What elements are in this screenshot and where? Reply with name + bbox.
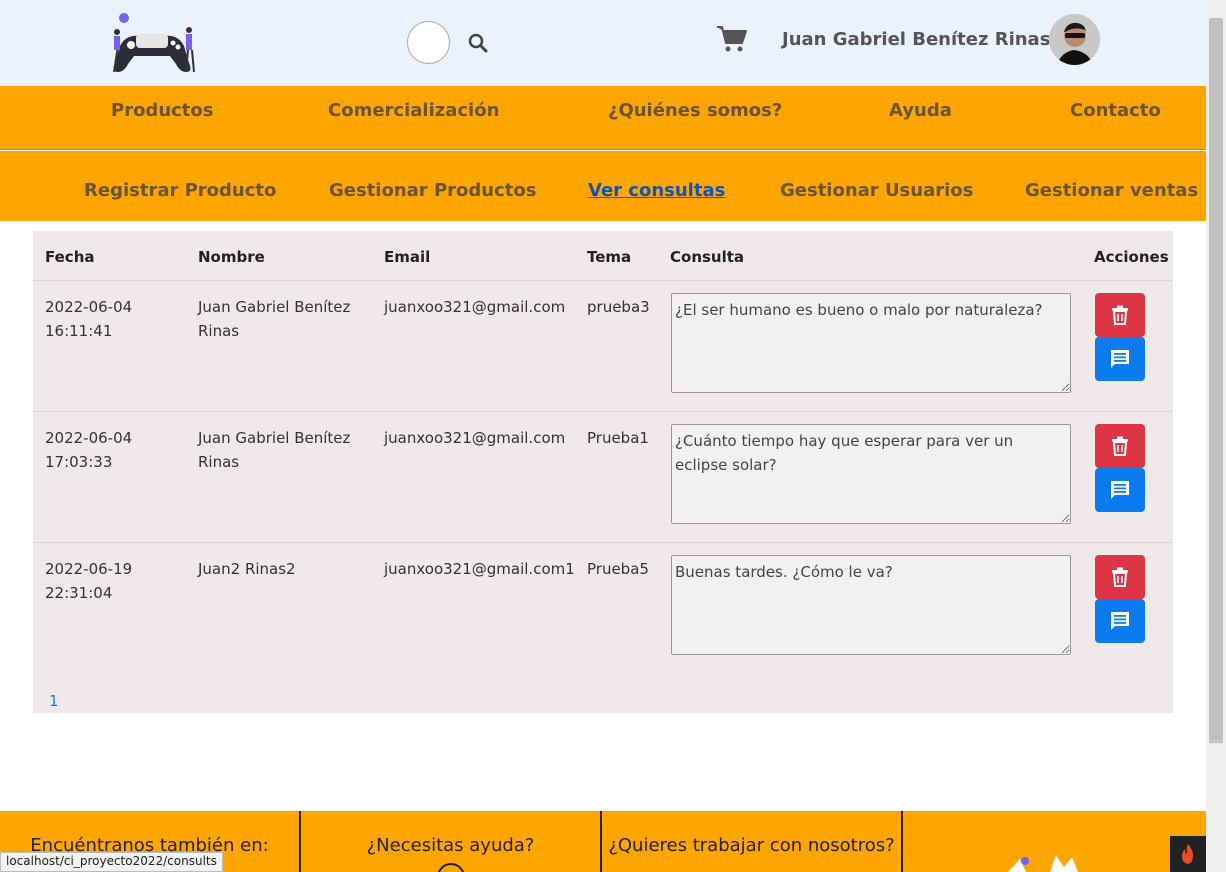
fecha-date: 2022-06-04 bbox=[45, 429, 133, 447]
consulta-textarea[interactable]: ¿El ser humano es bueno o malo por natur… bbox=[671, 293, 1071, 393]
reply-button[interactable] bbox=[1095, 337, 1145, 381]
search-input[interactable] bbox=[407, 21, 450, 64]
footer-help-title: ¿Necesitas ayuda? bbox=[366, 835, 535, 856]
nav-item-gestionar-ventas[interactable]: Gestionar ventas bbox=[1025, 180, 1198, 201]
fecha-time: 22:31:04 bbox=[45, 584, 113, 602]
fecha-cell: 2022-06-04 17:03:33 bbox=[45, 426, 132, 474]
consultas-table: Fecha Nombre Email Tema Consulta Accione… bbox=[33, 231, 1173, 713]
column-header-nombre: Nombre bbox=[198, 248, 265, 266]
column-header-fecha: Fecha bbox=[45, 248, 95, 266]
help-icon[interactable] bbox=[437, 863, 465, 872]
nombre-cell: Juan2 Rinas2 bbox=[198, 557, 296, 581]
nav-item-contacto[interactable]: Contacto bbox=[1070, 100, 1161, 121]
trash-icon bbox=[1112, 567, 1128, 587]
trash-icon bbox=[1112, 436, 1128, 456]
user-name[interactable]: Juan Gabriel Benítez Rinas bbox=[782, 29, 1050, 50]
nombre-cell: Juan Gabriel Benítez Rinas bbox=[198, 295, 350, 343]
fecha-time: 16:11:41 bbox=[45, 322, 113, 340]
flame-icon bbox=[1182, 844, 1193, 864]
nav-item-registrar-producto[interactable]: Registrar Producto bbox=[84, 180, 276, 201]
nav-item-quienes-somos[interactable]: ¿Quiénes somos? bbox=[608, 100, 782, 121]
tema-cell: prueba3 bbox=[587, 298, 650, 316]
nav-item-gestionar-usuarios[interactable]: Gestionar Usuarios bbox=[780, 180, 973, 201]
fecha-date: 2022-06-19 bbox=[45, 560, 133, 578]
consulta-textarea[interactable]: Buenas tardes. ¿Cómo le va? bbox=[671, 555, 1071, 655]
status-url: localhost/ci_proyecto2022/consults bbox=[0, 852, 223, 872]
nombre-line-2: Rinas bbox=[198, 322, 240, 340]
reply-button[interactable] bbox=[1095, 599, 1145, 643]
pagination-page-1[interactable]: 1 bbox=[49, 692, 59, 710]
cart-icon[interactable] bbox=[716, 25, 748, 53]
header: Juan Gabriel Benítez Rinas bbox=[0, 0, 1206, 86]
nav-item-ver-consultas[interactable]: Ver consultas bbox=[588, 180, 725, 201]
email-cell: juanxoo321@gmail.com1 bbox=[384, 560, 575, 578]
message-icon bbox=[1111, 612, 1129, 630]
nombre-line-1: Juan Gabriel Benítez bbox=[198, 298, 351, 316]
column-header-consulta: Consulta bbox=[670, 248, 745, 266]
message-icon bbox=[1111, 481, 1129, 499]
nav-item-ayuda[interactable]: Ayuda bbox=[889, 100, 952, 121]
debug-toolbar-button[interactable] bbox=[1170, 836, 1206, 872]
nombre-line-2: Rinas bbox=[198, 453, 240, 471]
delete-button[interactable] bbox=[1095, 555, 1145, 599]
delete-button[interactable] bbox=[1095, 424, 1145, 468]
main-nav: Productos Comercialización ¿Quiénes somo… bbox=[0, 86, 1206, 150]
scrollbar-thumb[interactable] bbox=[1209, 18, 1223, 743]
reply-button[interactable] bbox=[1095, 468, 1145, 512]
nombre-line-1: Juan Gabriel Benítez bbox=[198, 429, 351, 447]
table-row: 2022-06-04 16:11:41 Juan Gabriel Benítez… bbox=[33, 280, 1173, 411]
footer-help-column: ¿Necesitas ayuda? bbox=[301, 811, 602, 872]
column-header-email: Email bbox=[384, 248, 431, 266]
fecha-cell: 2022-06-19 22:31:04 bbox=[45, 557, 132, 605]
column-header-acciones: Acciones bbox=[1094, 248, 1169, 266]
nav-item-gestionar-productos[interactable]: Gestionar Productos bbox=[329, 180, 536, 201]
delete-button[interactable] bbox=[1095, 293, 1145, 337]
email-cell: juanxoo321@gmail.com bbox=[384, 298, 566, 316]
nombre-cell: Juan Gabriel Benítez Rinas bbox=[198, 426, 350, 474]
avatar[interactable] bbox=[1049, 14, 1100, 65]
nombre-line-1: Juan2 Rinas2 bbox=[198, 560, 296, 578]
scrollbar[interactable] bbox=[1206, 0, 1226, 872]
table-row: 2022-06-04 17:03:33 Juan Gabriel Benítez… bbox=[33, 411, 1173, 542]
nav-item-comercializacion[interactable]: Comercialización bbox=[328, 100, 499, 121]
fecha-date: 2022-06-04 bbox=[45, 298, 133, 316]
tema-cell: Prueba1 bbox=[587, 429, 649, 447]
footer-work-title: ¿Quieres trabajar con nosotros? bbox=[608, 835, 895, 856]
tema-cell: Prueba5 bbox=[587, 560, 649, 578]
admin-nav: Registrar Producto Gestionar Productos V… bbox=[0, 151, 1206, 221]
email-cell: juanxoo321@gmail.com bbox=[384, 429, 566, 447]
footer-logo-icon bbox=[1000, 855, 1090, 872]
gamepad-logo-icon[interactable] bbox=[106, 12, 198, 74]
search-icon[interactable] bbox=[467, 32, 489, 54]
fecha-cell: 2022-06-04 16:11:41 bbox=[45, 295, 132, 343]
fecha-time: 17:03:33 bbox=[45, 453, 113, 471]
nav-item-productos[interactable]: Productos bbox=[111, 100, 214, 121]
table-row: 2022-06-19 22:31:04 Juan2 Rinas2 juanxoo… bbox=[33, 542, 1173, 673]
trash-icon bbox=[1112, 305, 1128, 325]
consulta-textarea[interactable]: ¿Cuánto tiempo hay que esperar para ver … bbox=[671, 424, 1071, 524]
footer-work-column: ¿Quieres trabajar con nosotros? bbox=[602, 811, 903, 872]
message-icon bbox=[1111, 350, 1129, 368]
column-header-tema: Tema bbox=[587, 248, 632, 266]
